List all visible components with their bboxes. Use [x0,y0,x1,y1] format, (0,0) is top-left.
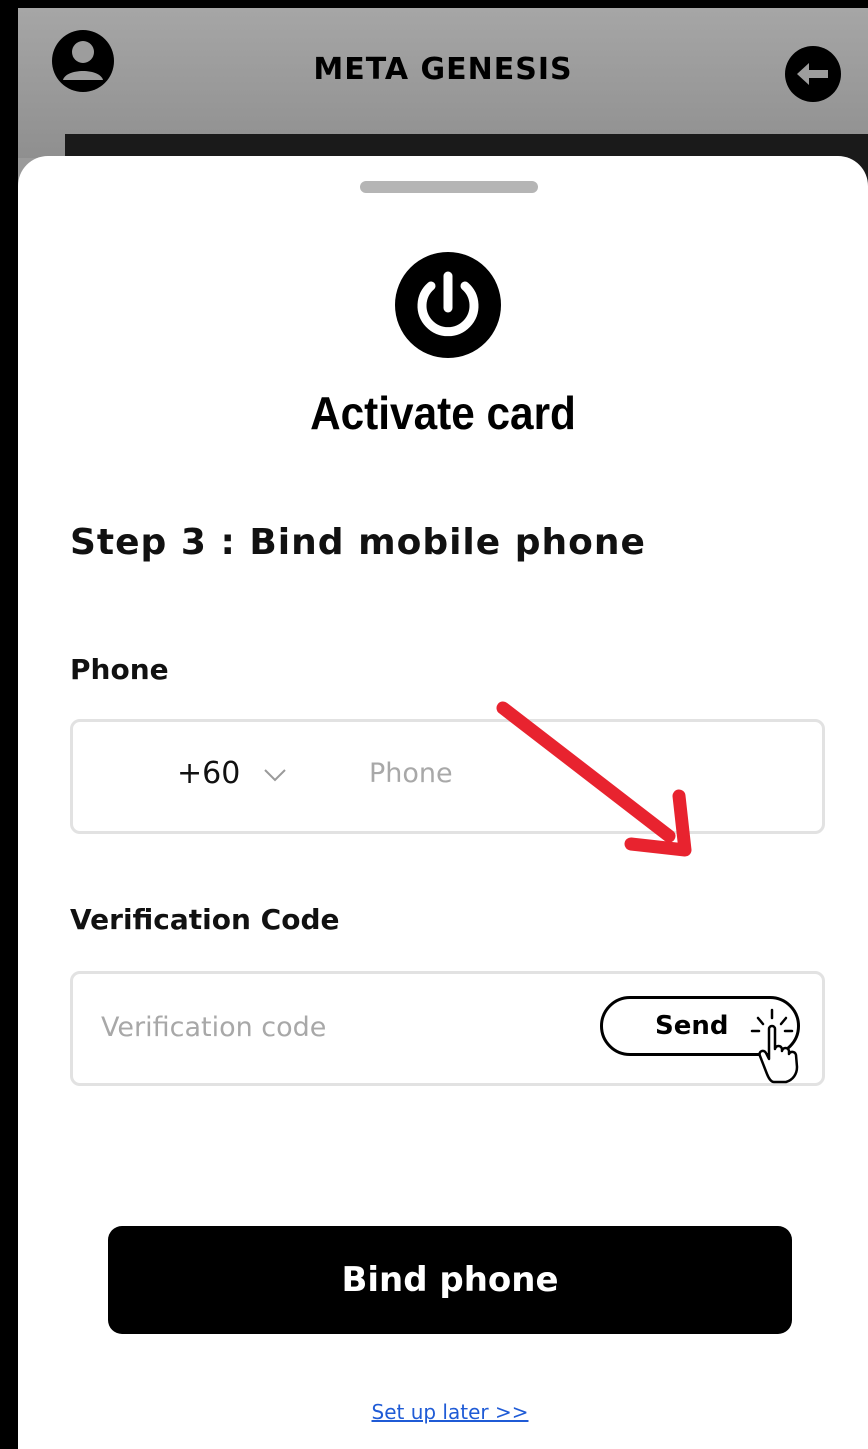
verification-code-input[interactable]: Verification code [101,1012,326,1043]
power-icon [395,252,501,358]
arrow-annotation [496,701,692,857]
bind-phone-button[interactable]: Bind phone [108,1226,792,1334]
phone-label: Phone [70,653,169,686]
app-screen: META GENESIS Activate card Step 3 : Bind… [18,8,868,1449]
step-title: Step 3 : Bind mobile phone [70,522,646,563]
verification-code-field: Verification code Send [70,971,825,1086]
pointing-hand-icon [750,1008,799,1084]
sheet-title: Activate card [310,387,576,439]
country-code-select[interactable]: +60 [177,756,288,791]
send-button-label: Send [655,1011,729,1041]
back-arrow-icon[interactable] [783,44,843,104]
activate-card-sheet: Activate card Step 3 : Bind mobile phone… [18,156,868,1449]
verification-code-label: Verification Code [70,903,340,936]
phone-input[interactable]: Phone [369,758,453,789]
country-code-value: +60 [177,756,241,791]
set-up-later-link[interactable]: Set up later >> [18,1400,868,1424]
chevron-down-icon [264,768,286,781]
drag-handle[interactable] [360,181,538,193]
app-title: META GENESIS [313,52,573,87]
